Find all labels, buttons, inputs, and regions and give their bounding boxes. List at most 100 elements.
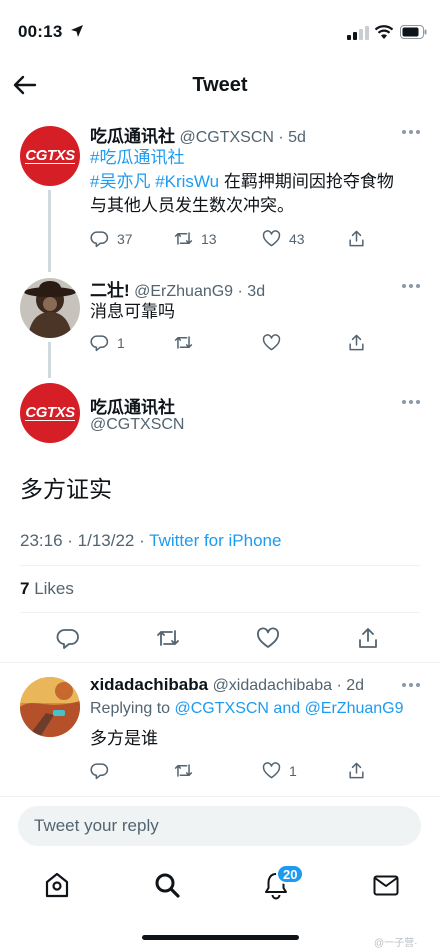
tweet-text: 消息可靠吗 <box>90 302 175 321</box>
battery-icon <box>400 25 427 39</box>
tweet-actions: 37 13 43 <box>90 229 390 249</box>
tweet-header: 吃瓜通讯社 @CGTXSCN · 5d <box>90 122 306 147</box>
divider <box>20 565 420 566</box>
retweet-icon <box>174 336 193 349</box>
tweet-timestamp: 23:16 · 1/13/22 · Twitter for iPhone <box>20 531 281 551</box>
heart-icon <box>257 627 279 648</box>
author-handle[interactable]: @xidadachibaba <box>213 677 332 694</box>
reply-composer <box>18 806 421 846</box>
more-options-icon[interactable] <box>402 683 420 689</box>
retweet-icon <box>157 630 179 646</box>
watermark: @一子营· <box>374 938 418 949</box>
status-time: 00:13 <box>18 22 63 41</box>
reply-icon <box>56 629 79 649</box>
avatar-image <box>20 278 80 338</box>
and-label: and <box>268 700 305 717</box>
reply-icon <box>90 763 109 780</box>
tweet-time: · 3d <box>237 283 266 300</box>
share-button[interactable] <box>347 761 366 780</box>
home-icon[interactable] <box>42 870 72 900</box>
avatar-xidadachibaba[interactable] <box>20 677 80 737</box>
avatar-cgtxs[interactable]: CGTXS <box>20 126 80 186</box>
retweet-button[interactable] <box>174 761 201 780</box>
retweet-count: 13 <box>201 230 217 247</box>
search-icon[interactable] <box>152 870 182 900</box>
heart-icon <box>262 230 281 247</box>
avatar-logo-text: CGTXS <box>25 147 75 164</box>
tweet-header: xidadachibaba @xidadachibaba · 2d <box>90 675 364 695</box>
location-arrow-icon <box>71 25 83 37</box>
tweet-text: 在羁押期间因抢夺食物 <box>219 172 394 191</box>
more-options-icon[interactable] <box>402 130 420 136</box>
reply-button[interactable]: 1 <box>90 333 125 352</box>
like-button[interactable] <box>256 626 280 650</box>
retweet-button[interactable] <box>174 333 201 352</box>
home-indicator <box>142 935 299 940</box>
avatar-logo-text: CGTXS <box>25 404 75 421</box>
likes-count-link[interactable]: 7 Likes <box>20 579 74 599</box>
thread-connector-line <box>48 342 51 378</box>
heart-icon <box>262 334 281 351</box>
mail-icon[interactable] <box>371 870 401 900</box>
author-name[interactable]: 吃瓜通讯社 <box>90 393 175 418</box>
tweet-time: · 2d <box>336 677 365 694</box>
hashtag-link[interactable]: #吃瓜通讯社 <box>90 148 184 167</box>
like-button[interactable]: 43 <box>262 229 305 248</box>
notification-badge: 20 <box>276 864 305 884</box>
author-name[interactable]: 吃瓜通讯社 <box>90 127 175 146</box>
author-name[interactable]: xidadachibaba <box>90 675 208 694</box>
likes-label: Likes <box>29 579 74 598</box>
avatar-erzhuang[interactable] <box>20 278 80 338</box>
retweet-button[interactable] <box>156 626 180 650</box>
more-options-icon[interactable] <box>402 284 420 290</box>
share-icon <box>349 230 364 247</box>
author-handle[interactable]: @ErZhuanG9 <box>134 283 233 300</box>
reply-icon <box>90 335 109 352</box>
more-options-icon[interactable] <box>402 400 420 406</box>
reply-icon <box>90 231 109 248</box>
reply-count: 37 <box>117 230 133 247</box>
share-icon <box>349 334 364 351</box>
share-button[interactable] <box>356 626 380 650</box>
share-icon <box>349 762 364 779</box>
author-handle[interactable]: @CGTXSCN <box>90 416 184 434</box>
share-icon <box>359 628 377 648</box>
status-bar: 00:13 <box>0 0 440 64</box>
wifi-icon <box>374 25 394 39</box>
reply-input[interactable] <box>18 806 421 846</box>
reply-button[interactable]: 37 <box>90 229 133 248</box>
tweet-actions: 1 <box>90 761 390 781</box>
avatar-cgtxs[interactable]: CGTXS <box>20 383 80 443</box>
like-button[interactable]: 1 <box>262 761 297 780</box>
signal-icon <box>347 26 369 40</box>
hashtag-link[interactable]: #KrisWu <box>155 172 219 191</box>
hashtag-link[interactable]: #吴亦凡 <box>90 172 150 191</box>
author-name[interactable]: 二壮! <box>90 281 130 300</box>
avatar-image <box>20 677 80 737</box>
tweet-time: · 5d <box>278 129 306 146</box>
mention-link[interactable]: @ErZhuanG9 <box>305 700 404 717</box>
reply-button[interactable] <box>90 761 117 780</box>
mention-link[interactable]: @CGTXSCN <box>175 700 269 717</box>
tweet-source-link[interactable]: Twitter for iPhone <box>149 531 281 550</box>
replying-to-label: Replying to <box>90 700 175 717</box>
share-button[interactable] <box>347 229 366 248</box>
like-count: 43 <box>289 230 305 247</box>
divider <box>0 662 440 663</box>
like-count: 1 <box>289 762 297 779</box>
heart-icon <box>262 762 281 779</box>
reply-button[interactable] <box>56 626 80 650</box>
main-tweet-actions <box>56 626 386 650</box>
thread-connector-line <box>48 190 51 272</box>
reply-count: 1 <box>117 334 125 351</box>
share-button[interactable] <box>347 333 366 352</box>
like-button[interactable] <box>262 333 289 352</box>
retweet-button[interactable]: 13 <box>174 229 217 248</box>
tweet-header: 二壮! @ErZhuanG9 · 3d <box>90 276 265 301</box>
tweet-body: #吃瓜通讯社 #吴亦凡 #KrisWu 在羁押期间因抢夺食物 与其他人员发生数次… <box>90 146 430 218</box>
replying-to: Replying to @CGTXSCN and @ErZhuanG9 <box>90 700 404 718</box>
author-handle[interactable]: @CGTXSCN <box>179 129 273 146</box>
bottom-tab-bar <box>0 862 440 912</box>
page-title: Tweet <box>192 74 248 96</box>
divider <box>0 796 440 797</box>
